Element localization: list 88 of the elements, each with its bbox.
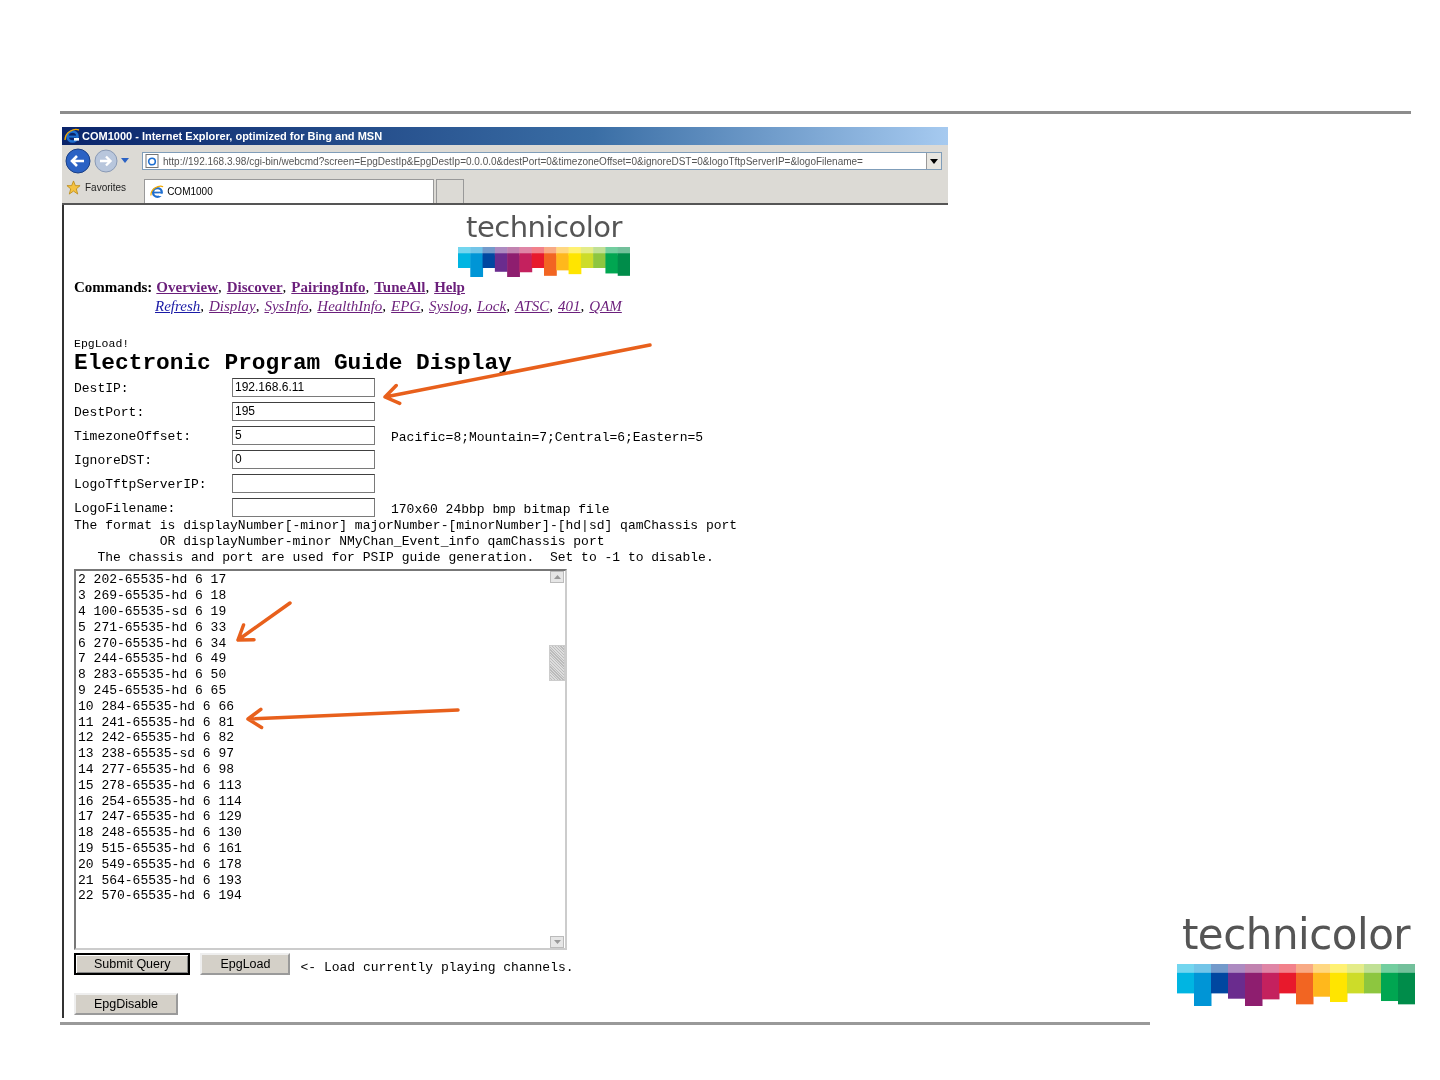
link-separator: , (255, 297, 260, 316)
address-bar[interactable]: http://192.168.3.98/cgi-bin/webcmd?screen=EpgDestIp&EpgDestIp=0.0.0.0&destPort=0&timezoneOffset=0&ignoreDST=0&logoTftpServerIP=&logoFilename= (142, 152, 942, 170)
favorites-button[interactable]: Favorites (62, 180, 133, 203)
link-separator: , (468, 297, 472, 316)
status-message: EpgLoad! (74, 337, 131, 351)
link-separator: , (549, 297, 554, 316)
scrollbar-thumb[interactable] (549, 645, 565, 682)
input-field[interactable]: 192.168.6.11 (232, 378, 375, 397)
epg-disable-button[interactable]: EpgDisable (74, 993, 178, 1016)
window-title: COM1000 - Internet Explorer, optimized for Bing and MSN (82, 130, 383, 142)
channel-line: 6 270-65535-hd 6 34 (78, 635, 227, 652)
channel-line: 2 202-65535-hd 6 17 (78, 572, 227, 589)
star-icon[interactable] (66, 180, 81, 195)
nav-link[interactable]: QAM (589, 297, 622, 316)
input-field[interactable]: 195 (232, 401, 375, 421)
link-separator: , (282, 278, 287, 297)
field-hint: 170x60 24bbp bmp bitmap file (390, 501, 611, 518)
channel-line: 18 248-65535-hd 6 130 (78, 825, 242, 841)
nav-link[interactable]: SysInfo (264, 297, 309, 316)
field-label: IgnoreDST: (74, 452, 153, 470)
page-icon (145, 154, 159, 168)
channel-line: 12 242-65535-hd 6 82 (78, 730, 235, 747)
channel-line: 19 515-65535-hd 6 161 (78, 841, 242, 857)
nav-link[interactable]: Syslog (429, 297, 469, 316)
channel-line: 8 283-65535-hd 6 50 (78, 667, 227, 683)
channel-line: 7 244-65535-hd 6 49 (78, 651, 227, 668)
channel-line: 21 564-65535-hd 6 193 (78, 872, 242, 889)
nav-link[interactable]: Display (209, 297, 256, 316)
nav-link[interactable]: 401 (558, 297, 581, 316)
form-button[interactable]: Submit Query (74, 953, 191, 976)
channel-line: 10 284-65535-hd 6 66 (78, 698, 235, 715)
channel-line: 22 570-65535-hd 6 194 (78, 888, 242, 905)
nav-link[interactable]: PairingInfo (291, 278, 366, 297)
format-note: The format is displayNumber[-minor] majorNumber-[minorNumber]-[hd|sd] qamChassis port (74, 518, 739, 535)
annotation-arrow (236, 601, 292, 642)
scroll-up-button[interactable] (550, 571, 564, 584)
link-separator: , (506, 297, 510, 316)
link-separator: , (365, 278, 370, 297)
channel-line: 11 241-65535-hd 6 81 (78, 714, 235, 731)
field-label: LogoTftpServerIP: (74, 475, 208, 493)
new-tab-button[interactable] (436, 179, 465, 203)
channel-line: 20 549-65535-hd 6 178 (78, 856, 242, 873)
link-separator: , (580, 297, 585, 316)
logo-wordmark: technicolor (1181, 914, 1411, 956)
browser-tab[interactable]: COM1000 (144, 179, 435, 203)
format-note: The chassis and port are used for PSIP guide generation. Set to -1 to disable. (96, 550, 715, 567)
browser-logo-icon (64, 128, 80, 144)
nav-link[interactable]: Discover (226, 278, 283, 297)
link-separator: , (218, 278, 222, 297)
input-field[interactable]: 0 (232, 450, 375, 470)
input-field[interactable] (232, 497, 375, 517)
nav-link[interactable]: EPG (391, 297, 421, 316)
link-separator: , (308, 297, 313, 316)
nav-link[interactable]: Overview (156, 278, 218, 297)
link-separator: , (200, 297, 204, 316)
browser-logo-icon (150, 184, 165, 199)
commands-label: Commands: (74, 278, 153, 297)
page-heading: Electronic Program Guide Display (74, 351, 513, 375)
field-label: TimezoneOffset: (74, 427, 193, 445)
input-field[interactable] (232, 473, 375, 493)
channel-line: 13 238-65535-sd 6 97 (78, 746, 235, 762)
scroll-down-button[interactable] (550, 936, 564, 949)
channel-line: 14 277-65535-hd 6 98 (78, 762, 235, 778)
nav-link[interactable]: Help (434, 278, 465, 297)
field-label: LogoFilename: (74, 499, 177, 517)
field-label: DestIP: (74, 380, 130, 397)
channel-line: 15 278-65535-hd 6 113 (78, 777, 242, 794)
link-separator: , (382, 297, 387, 316)
channel-line: 16 254-65535-hd 6 114 (78, 793, 242, 810)
field-label: DestPort: (74, 403, 146, 421)
address-dropdown-button[interactable] (926, 153, 941, 169)
channel-line: 9 245-65535-hd 6 65 (78, 683, 227, 699)
channel-line: 17 247-65535-hd 6 129 (78, 809, 242, 826)
channel-line: 3 269-65535-hd 6 18 (78, 588, 227, 605)
back-button[interactable] (65, 148, 91, 174)
channel-line: 5 271-65535-hd 6 33 (78, 619, 227, 636)
form-button[interactable]: EpgLoad (200, 953, 291, 976)
load-note: <- Load currently playing channels. (300, 958, 574, 975)
caret-icon[interactable] (930, 158, 938, 164)
format-note: OR displayNumber-minor NMyChan_Event_info qamChassis port (158, 534, 606, 551)
nav-link[interactable]: TuneAll (374, 278, 426, 297)
link-separator: , (425, 278, 430, 297)
logo-wordmark: technicolor (466, 213, 622, 242)
input-field[interactable]: 5 (232, 425, 375, 445)
field-hint: Pacific=8;Mountain=7;Central=6;Eastern=5 (390, 429, 705, 446)
channel-list-field[interactable] (74, 569, 567, 951)
link-separator: , (420, 297, 425, 316)
channel-line: 4 100-65535-sd 6 19 (78, 604, 227, 620)
